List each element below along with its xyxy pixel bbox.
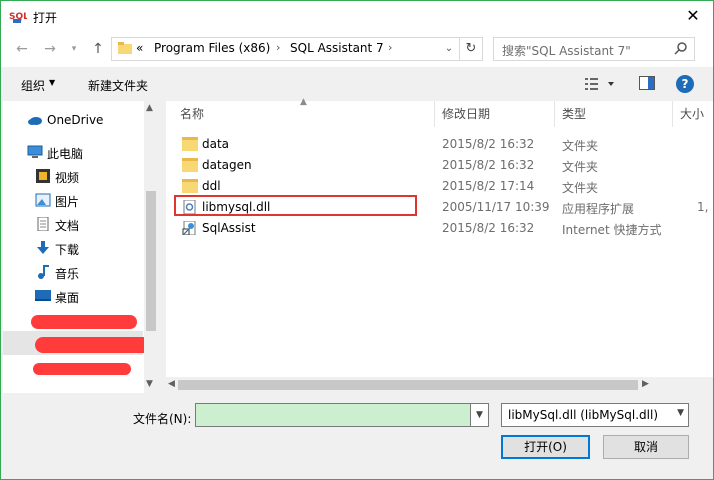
folder-icon: [182, 158, 198, 172]
file-row[interactable]: SqlAssist 2015/8/2 16:32 Internet 快捷方式: [166, 218, 713, 239]
file-type: 文件夹: [562, 139, 599, 153]
column-header-name[interactable]: 名称: [180, 101, 204, 127]
sidebar-item-label: 图片: [55, 195, 80, 209]
column-header-size[interactable]: 大小: [680, 101, 704, 127]
folder-icon: [182, 179, 198, 193]
column-divider[interactable]: [672, 101, 673, 127]
filename-label: 文件名(N):: [133, 412, 192, 426]
file-date: 2015/8/2 16:32: [442, 221, 535, 235]
column-header-type[interactable]: 类型: [562, 101, 586, 127]
dialog-title: 打开: [33, 11, 58, 25]
refresh-icon[interactable]: ↻: [459, 37, 483, 61]
scrollbar-thumb[interactable]: [178, 380, 638, 390]
sidebar-item-label: OneDrive: [47, 113, 104, 127]
column-header-date[interactable]: 修改日期: [442, 101, 490, 127]
chevron-down-icon[interactable]: ▼: [49, 78, 55, 87]
file-type-selected: libMySql.dll (libMySql.dll): [508, 408, 658, 422]
sort-ascending-icon: ▲: [300, 97, 307, 107]
breadcrumb-separator-icon[interactable]: ›: [276, 41, 280, 54]
organize-button[interactable]: 组织: [21, 77, 45, 94]
command-toolbar: 组织 ▼ 新建文件夹 ?: [1, 67, 713, 101]
file-type: Internet 快捷方式: [562, 223, 662, 237]
column-divider[interactable]: [554, 101, 555, 127]
filename-input[interactable]: [195, 403, 471, 427]
title-bar: SQL 打开 ✕: [1, 1, 713, 31]
new-folder-button[interactable]: 新建文件夹: [88, 77, 148, 94]
sidebar-item-label: 下载: [55, 243, 80, 257]
sql-app-icon: SQL: [9, 12, 27, 23]
file-list: ▲ 名称 修改日期 类型 大小 data 2015/8/2 16:32 文件夹 …: [166, 97, 713, 393]
file-row[interactable]: datagen 2015/8/2 16:32 文件夹: [166, 155, 713, 176]
sidebar-item-label: 此电脑: [47, 147, 84, 161]
chevron-down-icon[interactable]: ▼: [677, 408, 684, 418]
search-placeholder: 搜索"SQL Assistant 7": [502, 44, 631, 58]
shortcut-icon: [182, 221, 196, 235]
breadcrumb-sql-assistant[interactable]: SQL Assistant 7: [290, 41, 384, 55]
file-type: 应用程序扩展: [562, 202, 635, 216]
file-size: 1,: [697, 200, 709, 214]
file-date: 2005/11/17 10:39: [442, 200, 550, 214]
scrollbar-thumb[interactable]: [146, 191, 156, 331]
file-type: 文件夹: [562, 160, 599, 174]
address-bar[interactable]: « Program Files (x86) › SQL Assistant 7 …: [111, 37, 465, 61]
file-date: 2015/8/2 16:32: [442, 137, 535, 151]
nav-pane-scrollbar[interactable]: ▲ ▼: [144, 101, 158, 393]
column-divider[interactable]: [434, 101, 435, 127]
recent-locations-icon[interactable]: ▾: [65, 40, 83, 58]
computer-icon: [27, 145, 43, 158]
close-icon[interactable]: ✕: [683, 6, 703, 26]
horizontal-scrollbar[interactable]: ◀ ▶: [166, 377, 713, 393]
redaction-mark: [35, 337, 153, 353]
open-file-dialog: SQL 打开 ✕ ← → ▾ ↑ « Program Files (x86) ›…: [0, 0, 714, 480]
preview-pane-icon[interactable]: [639, 76, 655, 90]
file-date: 2015/8/2 17:14: [442, 179, 535, 193]
navigation-pane: OneDrive 此电脑 视频 图片 文档 下载 音乐 桌面 ▲ ▼: [3, 101, 158, 393]
scroll-down-icon[interactable]: ▼: [146, 379, 153, 389]
picture-icon: [35, 193, 51, 207]
sidebar-item-label: 音乐: [55, 267, 80, 281]
search-icon[interactable]: [674, 41, 688, 55]
open-button[interactable]: 打开(O): [501, 435, 590, 459]
desktop-icon: [35, 290, 51, 301]
scroll-up-icon[interactable]: ▲: [146, 103, 153, 113]
back-arrow-icon[interactable]: ←: [13, 40, 31, 58]
breadcrumb-program-files[interactable]: Program Files (x86): [154, 41, 270, 55]
folder-icon: [182, 137, 198, 151]
file-name: data: [202, 137, 230, 151]
help-icon[interactable]: ?: [676, 75, 694, 93]
music-icon: [38, 265, 49, 279]
redaction-mark: [33, 363, 131, 375]
video-icon: [36, 169, 50, 183]
file-type-select[interactable]: libMySql.dll (libMySql.dll) ▼: [501, 403, 689, 427]
breadcrumb-overflow[interactable]: «: [136, 41, 143, 55]
file-name: ddl: [202, 179, 221, 193]
file-row[interactable]: ddl 2015/8/2 17:14 文件夹: [166, 176, 713, 197]
address-row: ← → ▾ ↑ « Program Files (x86) › SQL Assi…: [1, 31, 713, 67]
filename-dropdown-icon[interactable]: ▼: [471, 403, 489, 427]
file-name: SqlAssist: [202, 221, 256, 235]
cloud-icon: [28, 117, 42, 125]
scroll-left-icon[interactable]: ◀: [168, 379, 175, 389]
up-arrow-icon[interactable]: ↑: [89, 40, 107, 58]
breadcrumb-separator-icon[interactable]: ›: [388, 41, 392, 54]
download-icon: [37, 241, 49, 254]
annotation-highlight-box: [174, 195, 417, 216]
sidebar-item-label: 视频: [55, 171, 80, 185]
file-type: 文件夹: [562, 181, 599, 195]
file-name: datagen: [202, 158, 252, 172]
address-dropdown-icon[interactable]: ⌄: [439, 37, 460, 61]
cancel-button[interactable]: 取消: [603, 435, 689, 459]
document-icon: [37, 217, 49, 231]
search-box[interactable]: 搜索"SQL Assistant 7": [493, 37, 695, 61]
redaction-mark: [31, 315, 137, 329]
sidebar-item-label: 文档: [55, 219, 80, 233]
sidebar-item-label: 桌面: [55, 291, 80, 305]
view-options-icon[interactable]: [584, 76, 616, 92]
folder-icon: [118, 42, 132, 54]
file-date: 2015/8/2 16:32: [442, 158, 535, 172]
forward-arrow-icon[interactable]: →: [41, 40, 59, 58]
scroll-right-icon[interactable]: ▶: [642, 379, 649, 389]
file-row[interactable]: data 2015/8/2 16:32 文件夹: [166, 134, 713, 155]
